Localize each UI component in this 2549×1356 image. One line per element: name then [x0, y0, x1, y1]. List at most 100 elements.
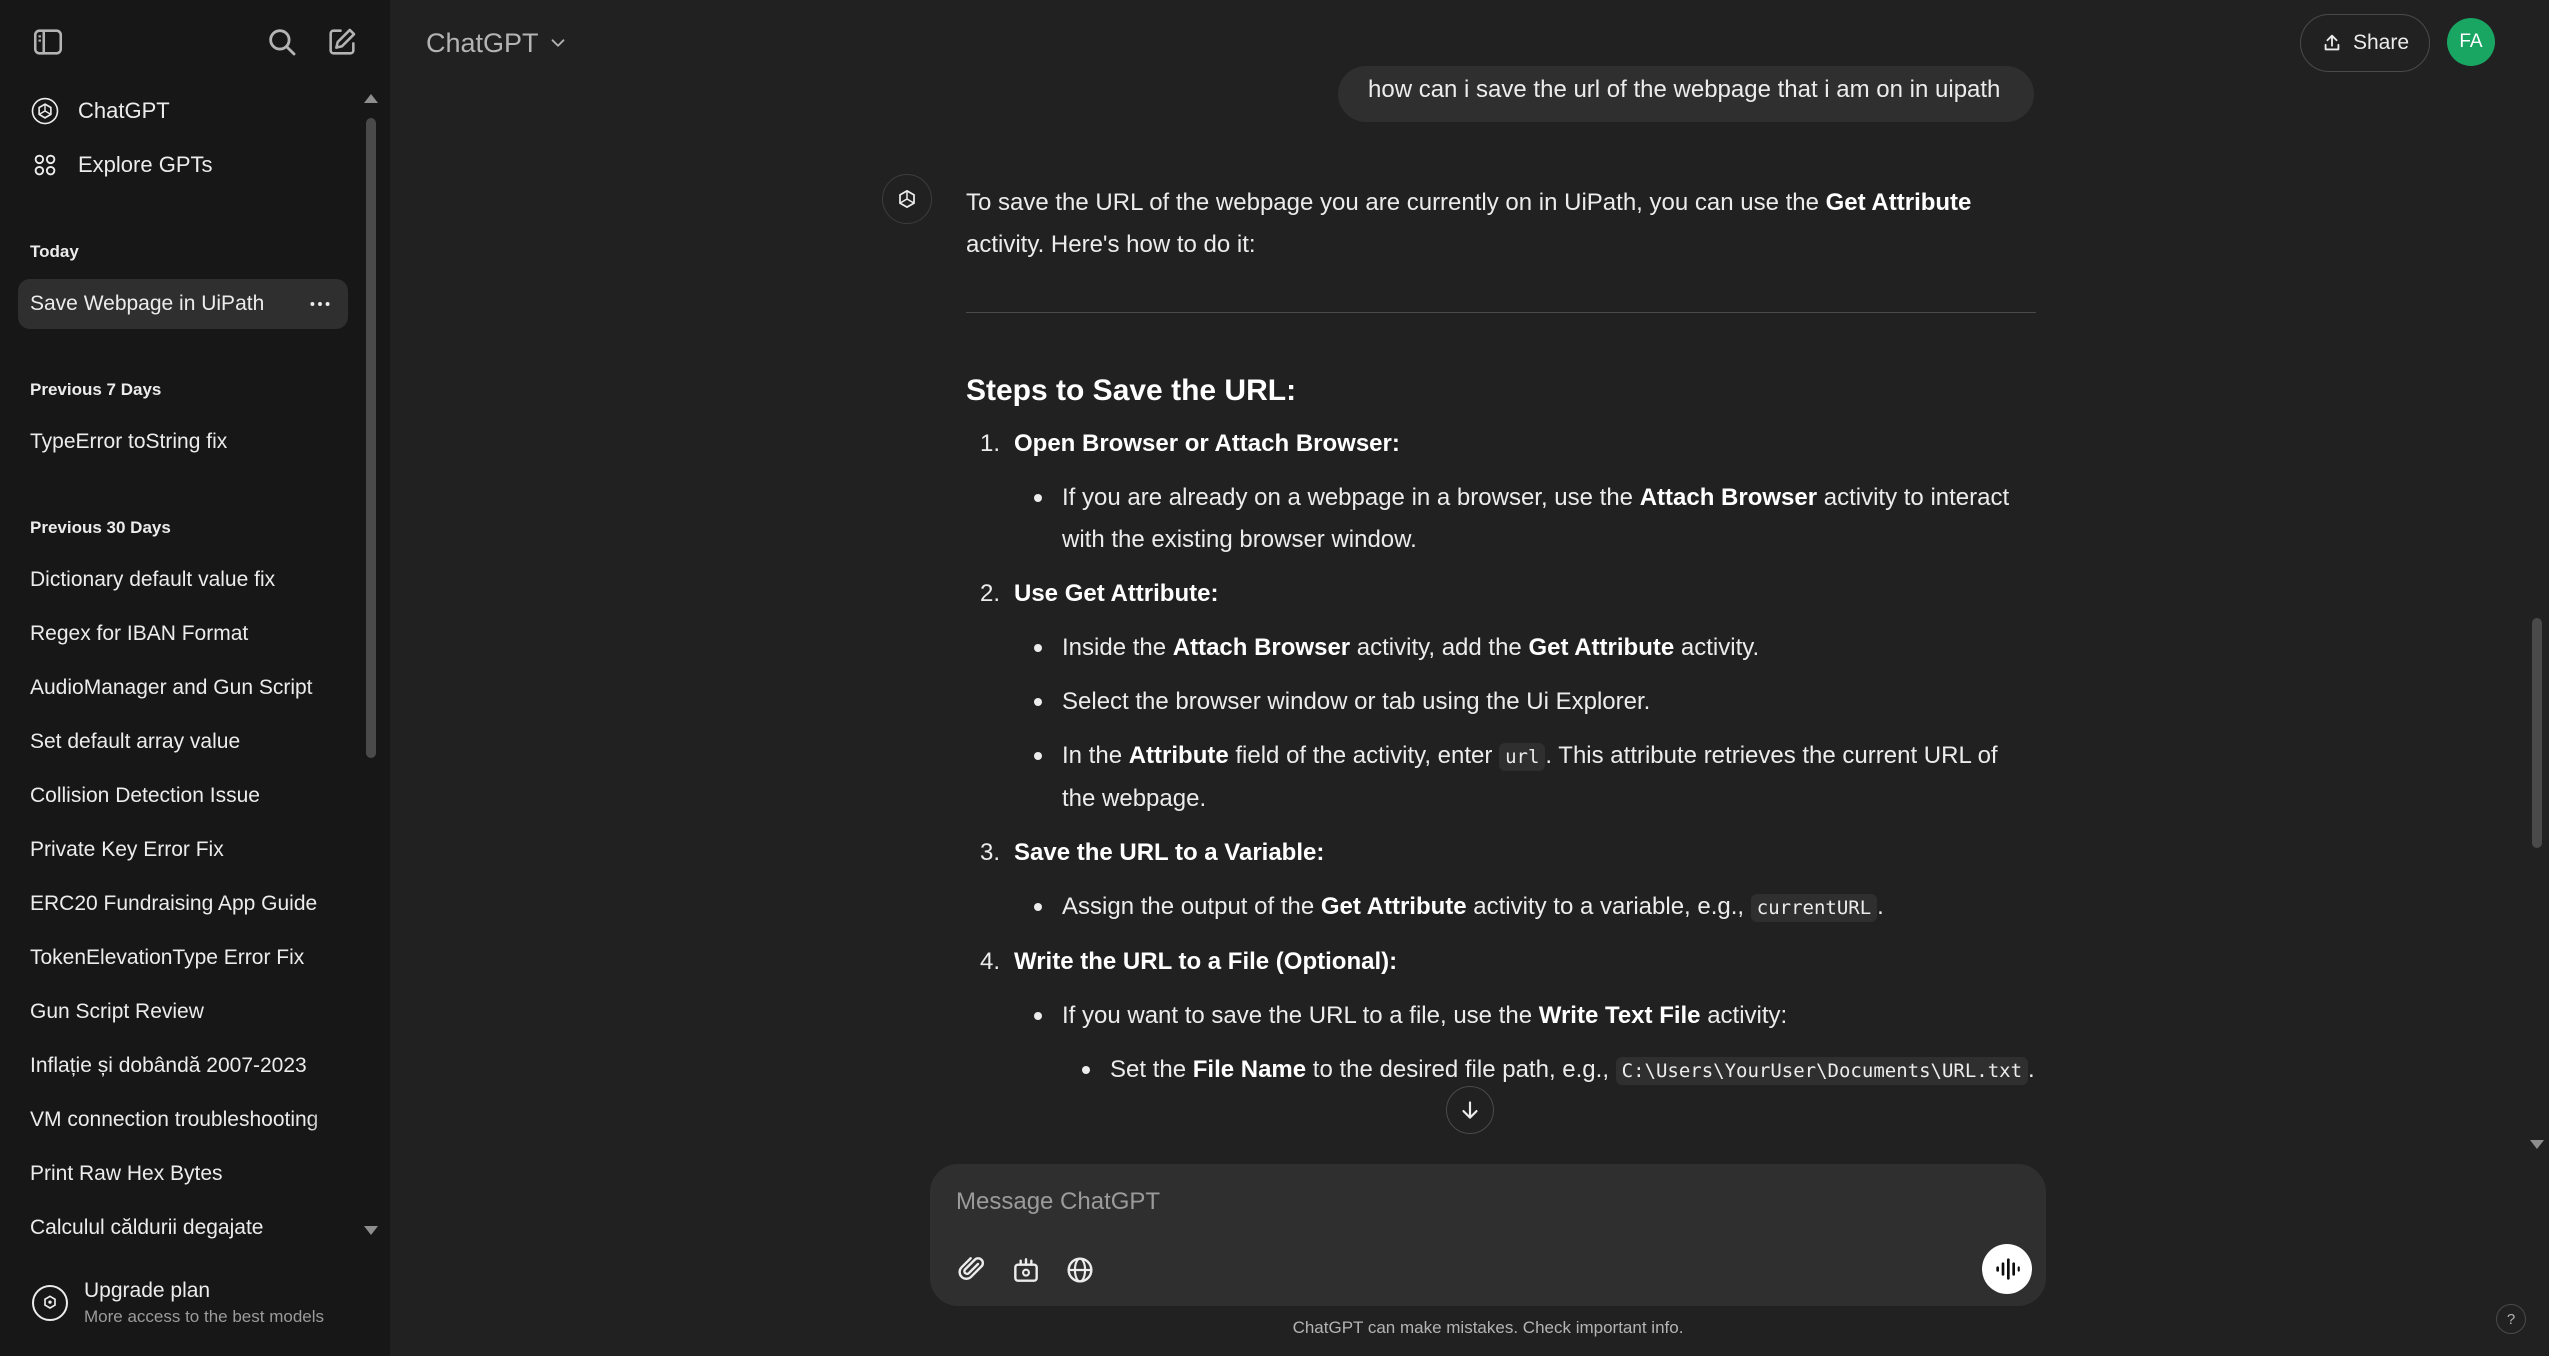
scroll-to-bottom-button[interactable]: [1446, 1086, 1494, 1134]
share-icon: [2324, 34, 2340, 51]
canvas-icon[interactable]: [1004, 1248, 1048, 1292]
message-composer: [930, 1164, 2046, 1306]
sidebar-item-explore-gpts[interactable]: Explore GPTs: [18, 140, 348, 190]
upgrade-plan-title: Upgrade plan: [84, 1279, 211, 1302]
chat-history-item[interactable]: Regex for IBAN Format: [18, 609, 348, 659]
divider: [966, 312, 2036, 313]
chat-history-item[interactable]: TokenElevationType Error Fix: [18, 933, 348, 983]
bullet-item: Inside the Attach Browser activity, add …: [1034, 627, 2036, 669]
upgrade-badge-icon: [32, 1285, 68, 1321]
paperclip-icon[interactable]: [950, 1248, 994, 1292]
step-number: 2.: [980, 580, 1001, 607]
sidebar-scroll-down-arrow[interactable]: [364, 1226, 378, 1235]
chat-history-label: Gun Script Review: [30, 1000, 204, 1023]
text-run: activity to a variable, e.g.,: [1466, 893, 1751, 920]
step-item: 3. Save the URL to a Variable: Assign the…: [980, 832, 2036, 929]
chat-history-item[interactable]: TypeError toString fix: [18, 417, 348, 467]
chat-history-label: TypeError toString fix: [30, 430, 228, 453]
more-options-icon[interactable]: [304, 288, 336, 320]
search-chats-button[interactable]: [256, 16, 308, 68]
step-title: Save the URL to a Variable: [1014, 839, 1317, 866]
bullet-list: If you want to save the URL to a file, u…: [1034, 995, 2036, 1092]
help-button[interactable]: ?: [2496, 1304, 2526, 1334]
search-icon: [269, 29, 296, 56]
chat-history-label: Set default array value: [30, 730, 241, 753]
chat-scroll-down-arrow[interactable]: [2530, 1140, 2544, 1149]
sidebar-item-chatgpt[interactable]: ChatGPT: [18, 86, 348, 136]
chat-history-item[interactable]: Print Raw Hex Bytes: [18, 1149, 348, 1199]
share-label: Share: [2352, 31, 2410, 54]
openai-logo-icon: [899, 189, 915, 209]
sidebar-scrollbar[interactable]: [366, 118, 376, 758]
chat-history-label: VM connection troubleshooting: [30, 1108, 319, 1131]
text-run: activity.: [1674, 634, 1760, 661]
steps-heading: Steps to Save the URL:: [966, 374, 1297, 407]
openai-logo-icon: [22, 88, 68, 134]
upgrade-plan-button[interactable]: Upgrade plan More access to the best mod…: [18, 1270, 358, 1336]
inline-code: url: [1499, 743, 1546, 771]
sidebar-item-label: Explore GPTs: [78, 152, 213, 177]
model-selector[interactable]: ChatGPT: [412, 18, 583, 68]
sub-bullet-list: Set the File Name to the desired file pa…: [1082, 1049, 2036, 1092]
section-heading-previous-30-days: Previous 30 Days: [30, 518, 171, 537]
bold-run: Attribute: [1128, 742, 1229, 769]
sidebar-item-label: ChatGPT: [78, 98, 170, 123]
chat-history-item[interactable]: Inflație și dobândă 2007-2023: [18, 1041, 348, 1091]
sidebar-scroll-up-arrow[interactable]: [364, 94, 378, 103]
text-run: If you want to save the URL to a file, u…: [1062, 1002, 1539, 1029]
text-run: To save the URL of the webpage you are c…: [966, 189, 1826, 216]
upgrade-plan-subtitle: More access to the best models: [84, 1307, 325, 1326]
assistant-message: To save the URL of the webpage you are c…: [966, 182, 2036, 1092]
step-number: 1.: [980, 430, 1001, 457]
step-item: 1. Open Browser or Attach Browser: If you…: [980, 423, 2036, 561]
text-run: activity. Here's how to do it:: [966, 231, 1256, 258]
user-avatar[interactable]: FA: [2447, 18, 2495, 66]
inline-code: currentURL: [1750, 894, 1878, 922]
chat-history-item[interactable]: Dictionary default value fix: [18, 555, 348, 605]
chat-history-label: Save Webpage in UiPath: [30, 292, 265, 315]
bold-run: Get Attribute: [1528, 634, 1675, 661]
chat-history-label: Inflație și dobândă 2007-2023: [30, 1054, 307, 1077]
toggle-sidebar-button[interactable]: [22, 16, 74, 68]
share-button[interactable]: Share: [2300, 14, 2430, 72]
voice-mode-icon: [1996, 1258, 2020, 1280]
bullet-list: If you are already on a webpage in a bro…: [1034, 477, 2036, 561]
text-run: to the desired file path, e.g.,: [1306, 1056, 1616, 1083]
chat-history-item[interactable]: Gun Script Review: [18, 987, 348, 1037]
chat-history-item[interactable]: Collision Detection Issue: [18, 771, 348, 821]
chat-history-item[interactable]: Set default array value: [18, 717, 348, 767]
chat-history-item[interactable]: Calculul căldurii degajate: [18, 1203, 348, 1253]
chat-history-item[interactable]: Save Webpage in UiPath: [18, 279, 348, 329]
text-run: activity:: [1700, 1002, 1788, 1029]
chat-history-item[interactable]: ERC20 Fundraising App Guide: [18, 879, 348, 929]
text-run: activity, add the: [1350, 634, 1529, 661]
globe-icon[interactable]: [1058, 1248, 1102, 1292]
chat-history-label: Collision Detection Issue: [30, 784, 260, 807]
message-input[interactable]: [956, 1182, 1956, 1222]
chat-history-item[interactable]: VM connection troubleshooting: [18, 1095, 348, 1145]
chat-scrollbar[interactable]: [2532, 618, 2542, 848]
assistant-avatar: [882, 174, 932, 224]
chat-history-label: AudioManager and Gun Script: [30, 676, 313, 699]
bold-run: Get Attribute: [1320, 893, 1467, 920]
chat-history-label: Private Key Error Fix: [30, 838, 224, 861]
voice-mode-button[interactable]: [1982, 1244, 2032, 1294]
step-title: Use Get Attribute: [1014, 580, 1211, 607]
new-chat-icon: [329, 28, 356, 55]
bullet-item: Assign the output of the Get Attribute a…: [1034, 886, 2036, 929]
bullet-list: Assign the output of the Get Attribute a…: [1034, 886, 2036, 929]
chat-history-item[interactable]: Private Key Error Fix: [18, 825, 348, 875]
user-message-text: how can i save the url of the webpage th…: [1368, 76, 2001, 103]
bullet-item: In the Attribute field of the activity, …: [1034, 735, 2036, 820]
section-heading-today: Today: [30, 242, 79, 261]
bold-run: Attach Browser: [1172, 634, 1351, 661]
text-run: Assign the output of the: [1062, 893, 1321, 920]
bullet-item: If you are already on a webpage in a bro…: [1034, 477, 2036, 561]
new-chat-button[interactable]: [316, 16, 368, 68]
intro-paragraph: To save the URL of the webpage you are c…: [966, 182, 2036, 266]
chat-history-item[interactable]: AudioManager and Gun Script: [18, 663, 348, 713]
step-title: Open Browser or Attach Browser: [1014, 430, 1392, 457]
step-number: 3.: [980, 839, 1001, 866]
bullet-list: Inside the Attach Browser activity, add …: [1034, 627, 2036, 820]
step-number: 4.: [980, 948, 1001, 975]
